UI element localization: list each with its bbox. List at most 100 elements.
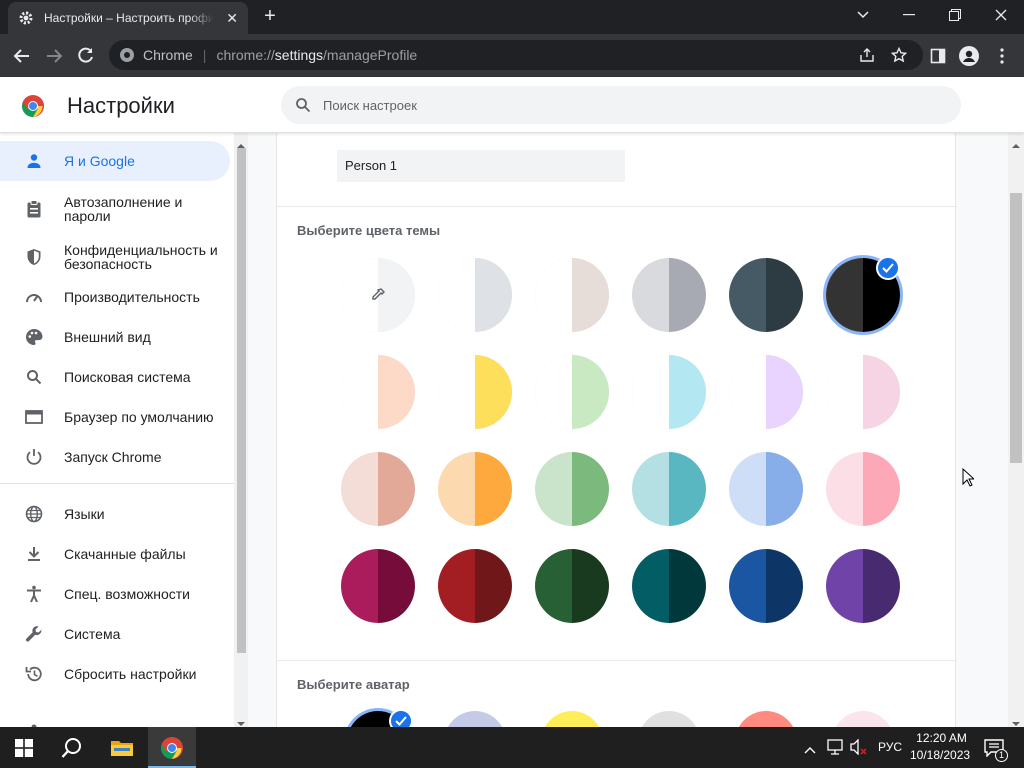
swatch-left-half <box>729 549 766 623</box>
avatar-option[interactable] <box>541 711 603 727</box>
theme-color-swatch[interactable] <box>729 258 803 332</box>
swatch-left-half <box>826 549 863 623</box>
sidebar-item-system[interactable]: Система <box>0 614 230 654</box>
theme-color-swatch[interactable] <box>632 452 706 526</box>
site-chip-label: Chrome <box>143 47 193 63</box>
tab-search-icon[interactable] <box>840 0 886 30</box>
search-icon <box>24 367 44 387</box>
network-icon[interactable] <box>826 739 844 760</box>
avatar-option[interactable] <box>444 711 506 727</box>
side-panel-icon[interactable] <box>926 44 950 68</box>
sidebar-item-languages[interactable]: Языки <box>0 494 230 534</box>
theme-color-swatch[interactable] <box>826 355 900 429</box>
theme-color-swatch[interactable] <box>438 355 512 429</box>
clock-date[interactable]: 10/18/2023 <box>910 748 970 762</box>
tab-close-icon[interactable]: ✕ <box>226 10 238 27</box>
profile-avatar-icon[interactable] <box>957 44 981 68</box>
gauge-icon <box>24 287 44 307</box>
restore-button[interactable] <box>932 0 978 30</box>
avatar-option[interactable] <box>832 711 894 727</box>
share-icon[interactable] <box>859 47 875 63</box>
theme-color-swatch[interactable] <box>438 258 512 332</box>
clock-time[interactable]: 12:20 AM <box>914 731 969 745</box>
main-scroll-down-icon[interactable] <box>1011 715 1021 726</box>
minimize-button[interactable] <box>886 0 932 30</box>
sidebar-scroll-down-icon[interactable] <box>236 715 246 726</box>
sidebar-item-accessibility[interactable]: Спец. возможности <box>0 574 230 614</box>
taskbar-search-icon[interactable] <box>48 727 96 768</box>
back-icon[interactable] <box>10 44 34 68</box>
sidebar-item-performance[interactable]: Производительность <box>0 277 230 317</box>
close-button[interactable] <box>978 0 1024 30</box>
sidebar-item-label: Сбросить настройки <box>64 666 197 682</box>
volume-muted-icon[interactable] <box>850 738 868 760</box>
theme-color-swatch[interactable] <box>341 452 415 526</box>
taskbar-chrome-icon[interactable] <box>148 727 196 768</box>
reload-icon[interactable] <box>74 44 98 68</box>
swatch-right-half <box>863 549 900 623</box>
sidebar-item-privacy[interactable]: Конфиденциальность и безопасность <box>0 237 230 277</box>
notification-count-badge: 1 <box>995 749 1008 762</box>
sidebar-item-reset[interactable]: Сбросить настройки <box>0 654 230 694</box>
theme-color-swatch[interactable] <box>341 258 415 332</box>
sidebar-item-on-startup[interactable]: Запуск Chrome <box>0 437 230 477</box>
theme-color-swatch[interactable] <box>826 452 900 526</box>
file-explorer-icon[interactable] <box>98 727 146 768</box>
title-bar: Настройки – Настроить профиль ✕ + <box>0 0 1024 34</box>
sidebar-item-default-browser[interactable]: Браузер по умолчанию <box>0 397 230 437</box>
address-bar[interactable]: Chrome | chrome://settings/manageProfile <box>109 40 923 70</box>
avatar-option[interactable] <box>638 711 700 727</box>
browser-tab[interactable]: Настройки – Настроить профиль ✕ <box>8 2 248 34</box>
swatch-left-half <box>341 355 378 429</box>
windows-start-icon[interactable] <box>0 727 48 768</box>
menu-kebab-icon[interactable] <box>990 44 1014 68</box>
theme-color-swatch[interactable] <box>341 355 415 429</box>
new-tab-button[interactable]: + <box>260 6 280 26</box>
swatch-left-half <box>632 452 669 526</box>
settings-search-input[interactable]: Поиск настроек <box>281 86 961 124</box>
swatch-right-half <box>572 549 609 623</box>
swatch-right-half <box>766 355 803 429</box>
sidebar-item-you-and-google[interactable]: Я и Google <box>0 141 230 181</box>
swatch-right-half <box>669 549 706 623</box>
theme-color-swatch[interactable] <box>729 549 803 623</box>
sidebar-item-appearance[interactable]: Внешний вид <box>0 317 230 357</box>
theme-color-swatch[interactable] <box>632 549 706 623</box>
theme-color-swatch[interactable] <box>632 355 706 429</box>
theme-color-swatch[interactable] <box>535 452 609 526</box>
swatch-right-half <box>378 452 415 526</box>
sidebar-item-extensions-partial[interactable] <box>0 717 230 727</box>
theme-color-swatch[interactable] <box>826 549 900 623</box>
input-language[interactable]: РУС <box>878 740 902 754</box>
theme-color-swatch[interactable] <box>632 258 706 332</box>
settings-header: Настройки Поиск настроек <box>0 77 1024 133</box>
theme-color-swatch[interactable] <box>729 355 803 429</box>
swatch-left-half <box>632 549 669 623</box>
theme-color-swatch[interactable] <box>535 258 609 332</box>
theme-color-swatch[interactable] <box>438 549 512 623</box>
sidebar-item-autofill[interactable]: Автозаполнение и пароли <box>0 189 230 229</box>
sidebar-item-downloads[interactable]: Скачанные файлы <box>0 534 230 574</box>
swatch-left-half <box>341 452 378 526</box>
sidebar-item-search-engine[interactable]: Поисковая система <box>0 357 230 397</box>
theme-color-swatch[interactable] <box>341 549 415 623</box>
swatch-right-half <box>475 452 512 526</box>
tray-chevron-icon[interactable] <box>804 741 816 759</box>
search-icon <box>295 97 311 113</box>
theme-color-swatch[interactable] <box>535 355 609 429</box>
sidebar-scroll-thumb[interactable] <box>237 148 246 653</box>
bookmark-star-icon[interactable] <box>891 47 907 63</box>
theme-color-swatch[interactable] <box>535 549 609 623</box>
swatch-left-half <box>729 452 766 526</box>
theme-color-swatch[interactable] <box>729 452 803 526</box>
sidebar-item-label: Браузер по умолчанию <box>64 409 214 425</box>
main-scroll-up-icon[interactable] <box>1011 137 1021 148</box>
avatar-option[interactable] <box>735 711 797 727</box>
globe-icon <box>24 504 44 524</box>
theme-color-swatch[interactable] <box>438 452 512 526</box>
forward-icon[interactable] <box>42 44 66 68</box>
profile-name-input[interactable]: Person 1 <box>337 150 625 182</box>
main-scroll-thumb[interactable] <box>1010 193 1022 463</box>
swatch-left-half <box>826 452 863 526</box>
sidebar-scroll-up-icon[interactable] <box>236 137 246 148</box>
